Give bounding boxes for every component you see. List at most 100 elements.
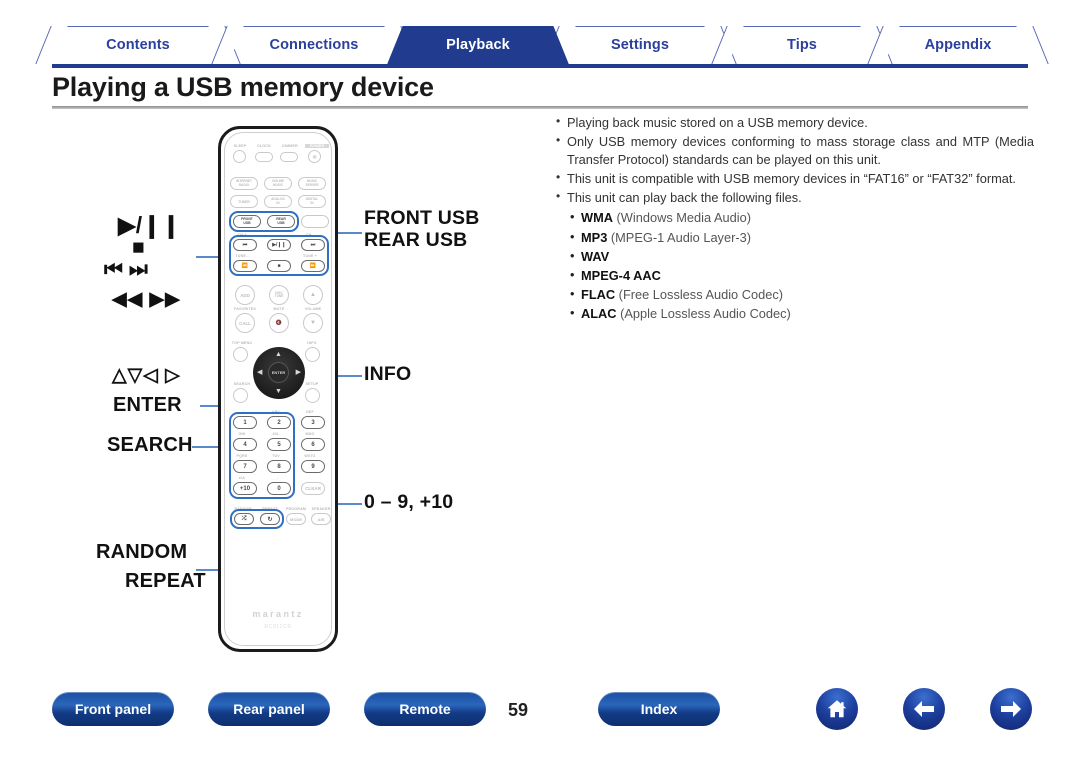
callout-cursor-keys: △▽◁ ▷ xyxy=(112,365,181,386)
highlight-usb-buttons xyxy=(229,211,299,232)
footer-button-remote[interactable]: Remote xyxy=(364,692,486,726)
remote-button-mute[interactable]: 🔇 xyxy=(269,313,289,333)
remote-label-program: PROGRAM xyxy=(285,507,307,511)
tab-connections[interactable]: Connections xyxy=(211,26,417,64)
keypad-button-3[interactable]: 3 xyxy=(301,416,325,429)
remote-button-dimmer[interactable] xyxy=(280,152,298,162)
format-name: MPEG-4 AAC xyxy=(581,267,661,283)
format-name: MP3 xyxy=(581,229,608,245)
format-name: FLAC xyxy=(581,287,616,303)
footer-button-label: Remote xyxy=(399,701,451,717)
footer-button-rear-panel[interactable]: Rear panel xyxy=(208,692,330,726)
format-name: WAV xyxy=(581,248,610,264)
note-item: Only USB memory devices conforming to ma… xyxy=(556,132,1034,170)
tab-contents[interactable]: Contents xyxy=(35,26,241,64)
keypad-sub-6: MNO xyxy=(305,432,315,436)
remote-button-music-server[interactable]: MUSIC SERVER xyxy=(298,177,326,190)
remote-button-add-favorite[interactable]: ADD xyxy=(235,285,255,305)
remote-label-speaker: SPEAKER xyxy=(311,507,331,511)
next-page-button[interactable] xyxy=(990,688,1032,730)
remote-button-sleep[interactable] xyxy=(233,150,246,163)
callout-skip: ⏮⏭ xyxy=(104,258,154,281)
dpad-right-icon[interactable]: ▶ xyxy=(296,369,301,376)
footer-button-front-panel[interactable]: Front panel xyxy=(52,692,174,726)
tabbar-underline xyxy=(52,64,1028,68)
arrow-right-icon xyxy=(1001,701,1021,717)
remote-button-setup[interactable] xyxy=(305,388,320,403)
remote-button-aux[interactable] xyxy=(301,215,329,228)
remote-button-online-music[interactable]: ONLINE MUSIC xyxy=(264,177,292,190)
remote-button-clock[interactable] xyxy=(255,152,273,162)
remote-button-volume-up[interactable]: ▲ xyxy=(303,285,323,305)
remote-button-top-menu[interactable] xyxy=(233,347,248,362)
dpad-left-icon[interactable]: ◀ xyxy=(257,369,262,376)
format-item: FLAC (Free Lossless Audio Codec) xyxy=(570,284,1034,304)
tab-tips[interactable]: Tips xyxy=(711,26,893,64)
note-item: This unit can play back the following fi… xyxy=(556,188,1034,208)
keypad-sub-9: WXYZ xyxy=(304,454,316,458)
remote-label-search: SEARCH xyxy=(233,382,251,386)
callout-random: RANDOM xyxy=(96,541,188,563)
callout-enter: ENTER xyxy=(113,394,182,416)
remote-button-enter[interactable]: ENTER xyxy=(268,362,289,383)
callout-repeat: REPEAT xyxy=(125,570,206,592)
home-icon xyxy=(827,700,847,718)
format-item: MP3 (MPEG-1 Audio Layer-3) xyxy=(570,227,1034,247)
highlight-transport-buttons xyxy=(229,235,329,276)
remote-button-disc-tune[interactable]: DISC TUNE xyxy=(269,285,289,305)
remote-brand: marantz xyxy=(252,609,304,619)
keypad-button-9[interactable]: 9 xyxy=(301,460,325,473)
format-name: WMA xyxy=(581,210,613,226)
format-desc: (Apple Lossless Audio Codec) xyxy=(616,306,791,322)
remote-dpad[interactable]: ▲ ▼ ◀ ▶ ENTER xyxy=(253,347,305,399)
previous-page-button[interactable] xyxy=(903,688,945,730)
format-desc: (Windows Media Audio) xyxy=(612,210,751,226)
keypad-button-clear[interactable]: CLEAR xyxy=(301,482,325,495)
remote-label-dimmer: DIMMER xyxy=(282,144,298,148)
tab-playback[interactable]: Playback xyxy=(387,26,569,64)
remote-model: RC011CR xyxy=(264,624,292,630)
dpad-up-icon[interactable]: ▲ xyxy=(275,351,282,358)
remote-button-volume-down[interactable]: ▼ xyxy=(303,313,323,333)
section-tabs: Contents Connections Playback Settings T… xyxy=(35,26,1049,66)
remote-button-internet-radio[interactable]: INTERNET RADIO xyxy=(230,177,258,190)
tab-settings[interactable]: Settings xyxy=(543,26,737,64)
highlight-random-repeat xyxy=(230,509,284,529)
callout-stop: ■ xyxy=(132,236,145,259)
tab-appendix[interactable]: Appendix xyxy=(867,26,1049,64)
remote-button-call[interactable]: CALL xyxy=(235,313,255,333)
tab-label: Settings xyxy=(611,37,669,53)
tab-label: Connections xyxy=(269,37,359,53)
format-item: MPEG-4 AAC xyxy=(570,265,1034,285)
note-item: This unit is compatible with USB memory … xyxy=(556,169,1034,189)
remote-button-tuner[interactable]: TUNER xyxy=(230,195,258,208)
format-desc: (MPEG-1 Audio Layer-3) xyxy=(607,229,751,245)
title-divider xyxy=(52,106,1028,109)
callout-numbers: 0 – 9, +10 xyxy=(364,491,454,513)
footer-button-label: Rear panel xyxy=(233,701,305,717)
remote-button-digital-in[interactable]: DIGITAL IN xyxy=(298,195,326,208)
remote-button-search[interactable] xyxy=(233,388,248,403)
note-item: Playing back music stored on a USB memor… xyxy=(556,113,1034,133)
footer-button-index[interactable]: Index xyxy=(598,692,720,726)
dpad-down-icon[interactable]: ▼ xyxy=(275,388,282,395)
callout-search: SEARCH xyxy=(107,434,193,456)
remote-control-illustration: SLEEP CLOCK DIMMER POWER ◎ INTERNET RADIO… xyxy=(198,118,358,658)
remote-button-power[interactable]: ◎ xyxy=(308,150,321,163)
notes-list: Playing back music stored on a USB memor… xyxy=(556,113,1034,323)
remote-label-favorites: FAVORITES xyxy=(234,307,256,311)
remote-button-speaker-ab[interactable]: A/B xyxy=(311,513,331,525)
supported-formats-list: WMA (Windows Media Audio) MP3 (MPEG-1 Au… xyxy=(556,207,1034,323)
format-item: WMA (Windows Media Audio) xyxy=(570,207,1034,227)
tab-label: Contents xyxy=(106,37,170,53)
remote-label-top-menu: TOP MENU xyxy=(231,341,253,345)
remote-label-sleep: SLEEP xyxy=(233,144,247,148)
remote-button-program-mode[interactable]: MODE xyxy=(286,513,306,525)
callout-front-usb: FRONT USB REAR USB xyxy=(364,207,480,252)
home-button[interactable] xyxy=(816,688,858,730)
remote-button-info[interactable] xyxy=(305,347,320,362)
footer-button-label: Index xyxy=(640,701,678,717)
keypad-button-6[interactable]: 6 xyxy=(301,438,325,451)
remote-button-analog-in[interactable]: ANALOG IN xyxy=(264,195,292,208)
remote-label-setup: SETUP xyxy=(305,382,319,386)
